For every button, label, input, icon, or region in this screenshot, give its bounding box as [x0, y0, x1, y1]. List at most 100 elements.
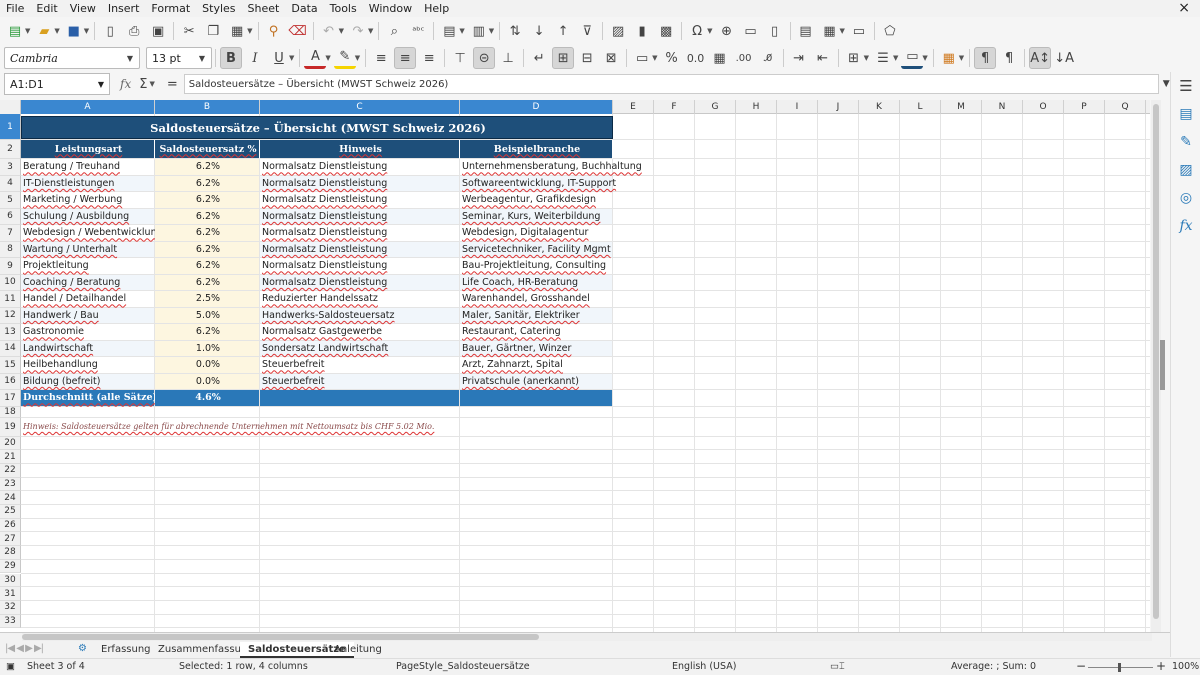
properties-icon[interactable]: ▤ — [1171, 100, 1200, 128]
rate-cell[interactable]: 6.2% — [155, 225, 260, 242]
insert-image-icon[interactable]: ▨ — [607, 20, 629, 42]
row-header-15[interactable]: 15 — [0, 357, 21, 374]
merge-center-icon[interactable]: ⊞ — [552, 47, 575, 69]
data-cell[interactable]: Coaching / Beratung — [21, 274, 155, 291]
paste-icon[interactable]: ▦ — [226, 20, 248, 42]
align-center-icon[interactable]: ≡ — [394, 47, 417, 69]
sort-ascending-icon[interactable]: ↓ — [528, 20, 550, 42]
row-header-25[interactable]: 25 — [0, 505, 21, 519]
print-icon[interactable]: ⎙ — [123, 20, 145, 42]
data-cell[interactable]: Handwerks-Saldosteuersatz — [260, 307, 460, 324]
data-cell[interactable]: Privatschule (anerkannt) — [460, 373, 613, 390]
menu-window[interactable]: Window — [363, 0, 418, 17]
chevron-down-icon[interactable]: ▼ — [368, 27, 373, 35]
data-cell[interactable]: Reduzierter Handelssatz — [260, 291, 460, 308]
left-to-right-icon[interactable]: ¶ — [974, 47, 997, 69]
row-header-4[interactable]: 4 — [0, 175, 21, 192]
row-header-30[interactable]: 30 — [0, 573, 21, 588]
column-title-cell[interactable]: Hinweis — [260, 140, 460, 159]
selection-mode-icon[interactable]: ▭⌶ — [830, 661, 845, 672]
data-cell[interactable]: IT-Dienstleistungen — [21, 175, 155, 192]
column-header-n[interactable]: N — [982, 100, 1023, 114]
redo-icon[interactable]: ↷ — [347, 20, 369, 42]
menu-file[interactable]: File — [0, 0, 30, 17]
data-cell[interactable]: Softwareentwicklung, IT-Support — [460, 175, 616, 192]
chevron-down-icon[interactable]: ▼ — [247, 27, 252, 35]
percent-format-icon[interactable]: % — [661, 47, 683, 69]
bold-icon[interactable]: B — [220, 47, 242, 69]
italic-icon[interactable]: I — [244, 47, 266, 69]
chevron-down-icon[interactable]: ▼ — [489, 27, 494, 35]
menu-insert[interactable]: Insert — [102, 0, 146, 17]
data-cell[interactable]: Normalsatz Dienstleistung — [260, 258, 460, 275]
data-cell[interactable]: Normalsatz Dienstleistung — [260, 241, 460, 258]
menu-edit[interactable]: Edit — [30, 0, 63, 17]
chevron-down-icon[interactable]: ▼ — [54, 27, 59, 35]
row-header-16[interactable]: 16 — [0, 373, 21, 390]
border-color-icon[interactable]: ▭ — [901, 47, 924, 69]
align-middle-icon[interactable]: ⊝ — [473, 47, 496, 69]
save-icon[interactable]: ■ — [63, 20, 85, 42]
data-cell[interactable]: Normalsatz Dienstleistung — [260, 274, 460, 291]
copy-icon[interactable]: ❐ — [202, 20, 224, 42]
row-header-5[interactable]: 5 — [0, 192, 21, 209]
data-cell[interactable]: Arzt, Zahnarzt, Spital — [460, 357, 613, 374]
row-header-20[interactable]: 20 — [0, 436, 21, 451]
autofilter-icon[interactable]: ⊽ — [576, 20, 598, 42]
data-cell[interactable]: Landwirtschaft — [21, 340, 155, 357]
name-box[interactable]: A1:D1 ▼ — [4, 73, 110, 95]
column-icon[interactable]: ▥ — [468, 20, 490, 42]
decrease-indent-icon[interactable]: ⇤ — [812, 47, 834, 69]
rate-cell[interactable]: 2.5% — [155, 291, 260, 308]
data-cell[interactable]: Beratung / Treuhand — [21, 159, 155, 176]
sheet-tab-3[interactable]: Anleitung — [326, 642, 390, 658]
average-empty-cell[interactable] — [260, 390, 460, 407]
sort-descending-icon[interactable]: ↑ — [552, 20, 574, 42]
data-cell[interactable]: Sondersatz Landwirtschaft — [260, 340, 460, 357]
sheet-nav-buttons[interactable]: |◀ ◀ ▶ ▶| — [5, 643, 44, 654]
zoom-slider-knob[interactable] — [1118, 663, 1121, 672]
chevron-down-icon[interactable]: ▼ — [922, 54, 927, 62]
rate-cell[interactable]: 6.2% — [155, 175, 260, 192]
formula-icon[interactable]: = — [167, 77, 178, 92]
clear-formatting-icon[interactable]: ⌫ — [287, 20, 309, 42]
functions-icon[interactable]: fx — [1171, 212, 1200, 240]
sheet-tab-0[interactable]: Erfassung — [93, 642, 159, 658]
rate-cell[interactable]: 6.2% — [155, 258, 260, 275]
font-name-select[interactable]: Cambria ▼ — [4, 47, 140, 69]
column-header-e[interactable]: E — [613, 100, 654, 114]
menu-view[interactable]: View — [64, 0, 102, 17]
menu-styles[interactable]: Styles — [196, 0, 241, 17]
data-cell[interactable]: Seminar, Kurs, Weiterbildung — [460, 208, 613, 225]
align-left-icon[interactable]: ≡ — [370, 47, 392, 69]
scrollbar-thumb[interactable] — [22, 634, 539, 640]
row-icon[interactable]: ▤ — [438, 20, 460, 42]
open-folder-icon[interactable]: ▰ — [33, 20, 55, 42]
merge-cells-icon[interactable]: ⊟ — [576, 47, 598, 69]
chevron-down-icon[interactable]: ▼ — [289, 54, 294, 62]
styles-icon[interactable]: ✎ — [1171, 128, 1200, 156]
underline-icon[interactable]: U — [268, 47, 290, 69]
data-cell[interactable]: Projektleitung — [21, 258, 155, 275]
navigator-icon[interactable]: ◎ — [1171, 184, 1200, 212]
language-status[interactable]: English (USA) — [672, 661, 736, 672]
scrollbar-thumb[interactable] — [1153, 104, 1159, 619]
row-header-27[interactable]: 27 — [0, 532, 21, 547]
border-style-icon[interactable]: ☰ — [872, 47, 894, 69]
menu-tools[interactable]: Tools — [324, 0, 363, 17]
data-cell[interactable]: Handwerk / Bau — [21, 307, 155, 324]
rate-cell[interactable]: 6.2% — [155, 192, 260, 209]
data-cell[interactable]: Normalsatz Dienstleistung — [260, 208, 460, 225]
zoom-out-icon[interactable]: − — [1076, 659, 1086, 673]
column-title-cell[interactable]: Saldosteuersatz % — [155, 140, 260, 159]
note-cell[interactable]: Hinweis: Saldosteuersätze gelten für abr… — [21, 417, 613, 437]
rate-cell[interactable]: 5.0% — [155, 307, 260, 324]
data-cell[interactable]: Normalsatz Dienstleistung — [260, 159, 460, 176]
sum-icon[interactable]: Σ — [139, 77, 147, 92]
rate-cell[interactable]: 0.0% — [155, 373, 260, 390]
row-header-6[interactable]: 6 — [0, 208, 21, 225]
select-all-corner[interactable] — [0, 100, 21, 114]
data-cell[interactable]: Wartung / Unterhalt — [21, 241, 155, 258]
close-icon[interactable]: × — [1178, 0, 1190, 17]
column-header-d[interactable]: D — [460, 100, 613, 114]
